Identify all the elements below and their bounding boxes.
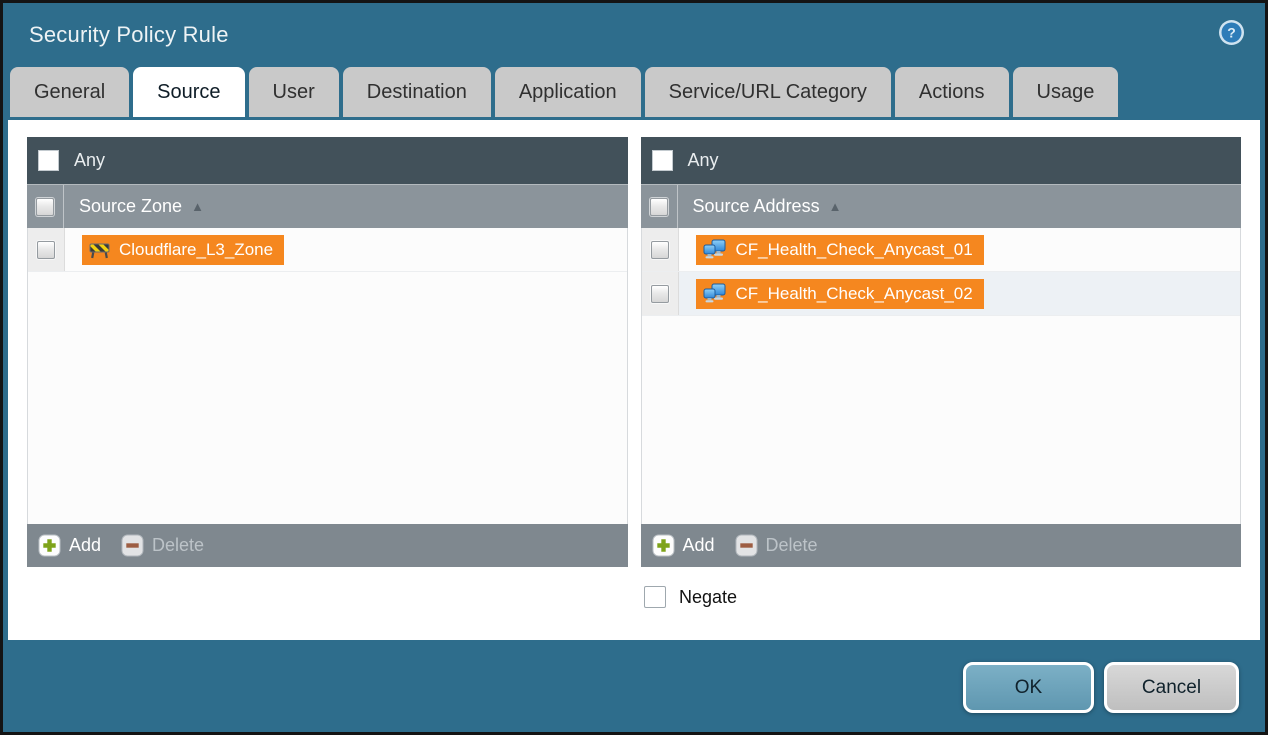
tab-service-url-category[interactable]: Service/URL Category [645, 67, 891, 117]
panel-toolbar: Add Delete [27, 524, 628, 567]
add-button[interactable]: Add [652, 534, 715, 557]
row-label: CF_Health_Check_Anycast_01 [736, 240, 973, 260]
cancel-button[interactable]: Cancel [1104, 662, 1239, 713]
table-row[interactable]: Cloudflare_L3_Zone [28, 228, 627, 272]
select-all-cell [641, 185, 678, 228]
tab-general[interactable]: General [10, 67, 129, 117]
address-chip[interactable]: CF_Health_Check_Anycast_01 [696, 235, 984, 265]
source-tab-content: Any Source Zone ▲ Cloudflare_L3_Zone [8, 120, 1260, 640]
address-icon [703, 239, 727, 260]
delete-button[interactable]: Delete [121, 534, 204, 557]
dialog-titlebar: Security Policy Rule ? [3, 3, 1265, 67]
column-header-label: Source Zone [79, 196, 182, 217]
row-checkbox[interactable] [651, 285, 669, 303]
row-list: CF_Health_Check_Anycast_01 CF_Health_Che… [641, 228, 1242, 524]
tab-actions[interactable]: Actions [895, 67, 1009, 117]
select-all-checkbox[interactable] [650, 198, 668, 216]
tab-application[interactable]: Application [495, 67, 641, 117]
column-header[interactable]: Source Zone ▲ [27, 184, 628, 228]
row-checkbox[interactable] [651, 241, 669, 259]
row-list: Cloudflare_L3_Zone [27, 228, 628, 524]
panels-container: Any Source Zone ▲ Cloudflare_L3_Zone [27, 137, 1241, 567]
sort-ascending-icon: ▲ [191, 199, 204, 214]
tab-usage[interactable]: Usage [1013, 67, 1119, 117]
address-chip[interactable]: CF_Health_Check_Anycast_02 [696, 279, 984, 309]
any-header: Any [27, 137, 628, 184]
delete-label: Delete [152, 535, 204, 556]
plus-icon [38, 534, 61, 557]
row-label: CF_Health_Check_Anycast_02 [736, 284, 973, 304]
zone-chip[interactable]: Cloudflare_L3_Zone [82, 235, 284, 265]
tab-bar: GeneralSourceUserDestinationApplicationS… [3, 67, 1265, 117]
row-label: Cloudflare_L3_Zone [119, 240, 273, 260]
add-button[interactable]: Add [38, 534, 101, 557]
select-all-cell [27, 185, 64, 228]
negate-label: Negate [679, 587, 737, 608]
add-label: Add [683, 535, 715, 556]
svg-text:?: ? [1227, 24, 1236, 40]
row-checkbox-cell [642, 272, 679, 315]
delete-button[interactable]: Delete [735, 534, 818, 557]
table-row[interactable]: CF_Health_Check_Anycast_02 [642, 272, 1241, 316]
row-checkbox-cell [28, 228, 65, 271]
minus-icon [121, 534, 144, 557]
address-icon [703, 283, 727, 304]
row-checkbox-cell [642, 228, 679, 271]
negate-checkbox[interactable] [644, 586, 666, 608]
security-policy-rule-dialog: Security Policy Rule ? GeneralSourceUser… [0, 0, 1268, 735]
any-header: Any [641, 137, 1242, 184]
sort-ascending-icon: ▲ [829, 199, 842, 214]
source-address-panel: Any Source Address ▲ CF_Health_Check_Any… [641, 137, 1242, 567]
column-header-label: Source Address [693, 196, 820, 217]
tab-destination[interactable]: Destination [343, 67, 491, 117]
dialog-title: Security Policy Rule [29, 22, 229, 48]
delete-label: Delete [766, 535, 818, 556]
column-header[interactable]: Source Address ▲ [641, 184, 1242, 228]
panel-toolbar: Add Delete [641, 524, 1242, 567]
source-zone-panel: Any Source Zone ▲ Cloudflare_L3_Zone [27, 137, 628, 567]
table-row[interactable]: CF_Health_Check_Anycast_01 [642, 228, 1241, 272]
minus-icon [735, 534, 758, 557]
row-checkbox[interactable] [37, 241, 55, 259]
zone-icon [89, 240, 110, 259]
any-checkbox[interactable] [652, 150, 673, 171]
select-all-checkbox[interactable] [36, 198, 54, 216]
any-label: Any [688, 150, 719, 171]
help-icon[interactable]: ? [1218, 19, 1245, 46]
add-label: Add [69, 535, 101, 556]
any-checkbox[interactable] [38, 150, 59, 171]
plus-icon [652, 534, 675, 557]
tab-user[interactable]: User [249, 67, 339, 117]
any-label: Any [74, 150, 105, 171]
tab-source[interactable]: Source [133, 67, 244, 117]
negate-row: Negate [644, 586, 1260, 608]
ok-button[interactable]: OK [963, 662, 1094, 713]
